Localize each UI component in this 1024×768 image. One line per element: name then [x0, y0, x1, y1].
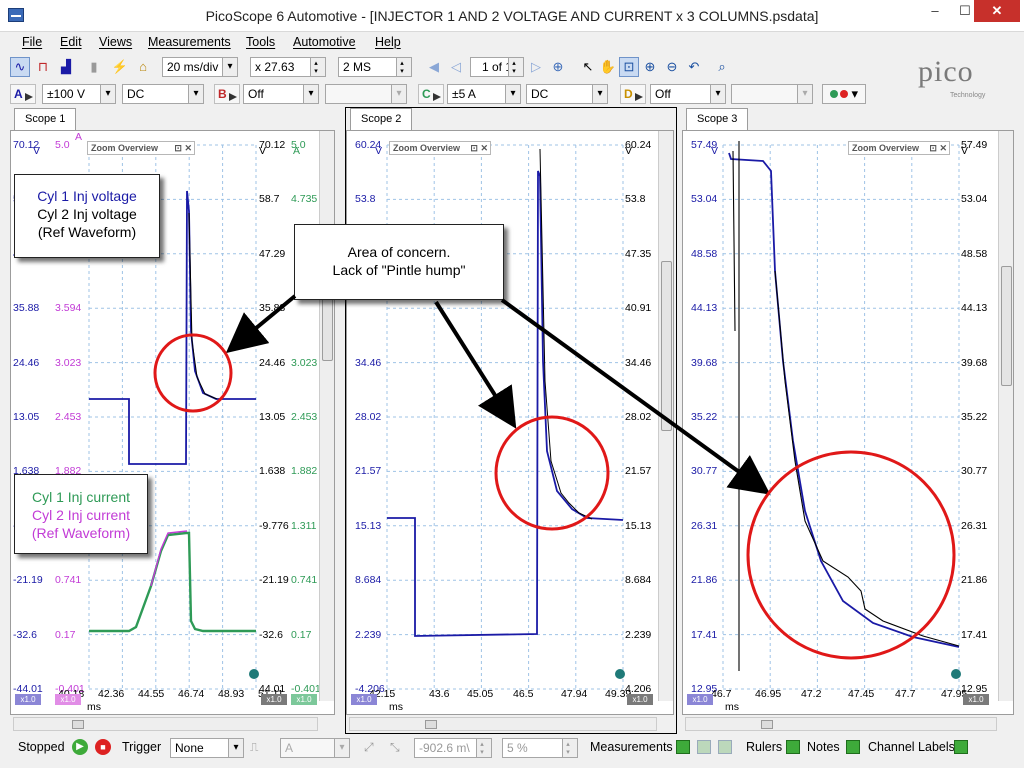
trigger-falling-icon[interactable]: ⤡ — [390, 740, 400, 755]
arrow-to-scope-3 — [500, 298, 771, 495]
rulers-icon[interactable] — [786, 740, 800, 754]
concern-circle-scope-3 — [746, 450, 956, 660]
channel-labels-label: Channel Labels — [868, 740, 955, 754]
annotation-overlay — [153, 294, 956, 660]
acquisition-status: Stopped — [18, 740, 65, 754]
start-icon[interactable]: ▶ — [72, 739, 88, 755]
channel-labels-icon[interactable] — [954, 740, 968, 754]
rulers-label: Rulers — [746, 740, 783, 754]
trigger-label: Trigger — [122, 740, 162, 754]
trigger-rising-icon[interactable]: ⤢ — [364, 740, 374, 755]
delete-measurement-icon[interactable] — [718, 740, 732, 754]
notes-label: Notes — [807, 740, 840, 754]
notes-icon[interactable] — [846, 740, 860, 754]
arrow-to-scope-1 — [225, 294, 297, 354]
stop-icon[interactable]: ■ — [95, 739, 111, 755]
measurements-label: Measurements — [590, 740, 673, 754]
trigger-advanced-icon[interactable]: ⎍ — [250, 740, 258, 755]
add-measurement-icon[interactable] — [676, 740, 690, 754]
concern-circle-scope-1 — [153, 333, 233, 413]
trigger-channel-select[interactable]: A — [280, 738, 350, 758]
arrow-to-scope-2 — [434, 300, 517, 429]
status-bar: Stopped ▶ ■ Trigger None ⎍ A ⤢ ⤡ -902.6 … — [0, 735, 1024, 760]
concern-circle-scope-2 — [494, 415, 610, 531]
pretrigger-spinner[interactable]: 5 % — [502, 738, 578, 758]
trigger-level-spinner[interactable]: -902.6 m\ — [414, 738, 492, 758]
edit-measurement-icon[interactable] — [697, 740, 711, 754]
trigger-mode-select[interactable]: None — [170, 738, 244, 758]
